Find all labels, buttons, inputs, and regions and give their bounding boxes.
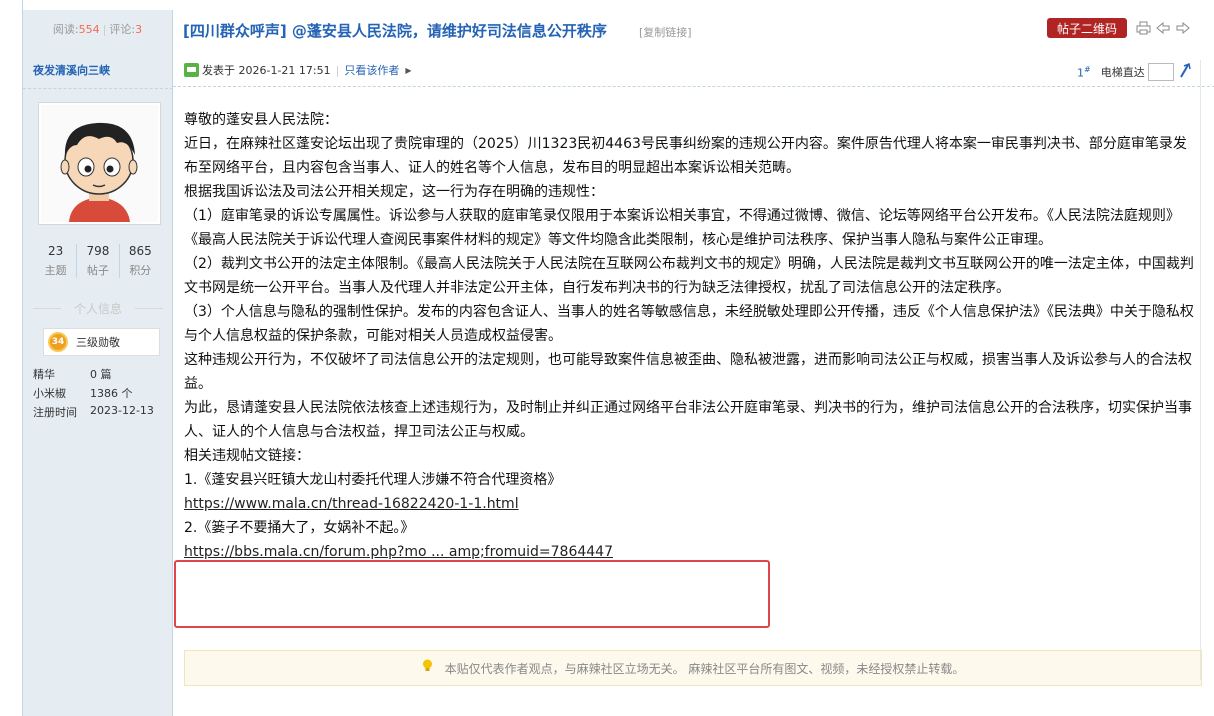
link1-title: 1.《蓬安县兴旺镇大龙山村委托代理人涉嫌不符合代理资格》 — [184, 472, 562, 488]
scroll-edge — [1200, 60, 1201, 680]
paragraph: 近日，在麻辣社区蓬安论坛出现了贵院审理的（2025）川1323民初4463号民事… — [184, 136, 1187, 176]
paragraph: （1）庭审笔录的诉讼专属属性。诉讼参与人获取的庭审笔录仅限用于本案诉讼相关事宜，… — [184, 208, 1180, 248]
online-status-icon — [184, 63, 199, 77]
medal-label: 三级勋敬 — [76, 336, 120, 349]
disclaimer-text: 本贴仅代表作者观点，与麻辣社区立场无关。 麻辣社区平台所有图文、视频，未经授权禁… — [444, 661, 965, 676]
paragraph: 为此，恳请蓬安县人民法院依法核查上述违规行为，及时制止并纠正通过网络平台非法公开… — [184, 400, 1192, 440]
prev-icon[interactable] — [1155, 20, 1171, 36]
reads-label: 阅读: — [52, 23, 79, 36]
floor-number[interactable]: 1# — [1077, 65, 1091, 80]
author-info: 精华 0 篇 小米椒 1386 个 注册时间 2023-12-13 — [33, 366, 154, 423]
posted-at: 发表于 2026-1-21 17:51 — [202, 64, 331, 77]
thread-title[interactable]: [四川群众呼声] @蓬安县人民法院，请维护好司法信息公开秩序 — [183, 20, 607, 41]
medal-badge[interactable]: 34 三级勋敬 — [43, 328, 160, 356]
paragraph: （3）个人信息与隐私的强制性保护。发布的内容包含证人、当事人的姓名等敏感信息，未… — [184, 304, 1194, 344]
floor-nav: 1# 电梯直达 — [1077, 62, 1192, 82]
stat-points[interactable]: 865 积分 — [120, 244, 161, 278]
author-name[interactable]: 夜发清溪向三峡 — [33, 62, 110, 78]
info-row: 小米椒 1386 个 — [33, 387, 133, 400]
avatar-image — [41, 105, 158, 222]
author-sidebar: 夜发清溪向三峡 23 主题 798 帖子 865 积分 个人信息 34 三级勋敬… — [23, 48, 173, 716]
thread-header: 阅读: 554 | 评论: 3 [四川群众呼声] @蓬安县人民法院，请维护好司法… — [23, 10, 1214, 48]
qr-code-button[interactable]: 帖子二维码 — [1047, 18, 1127, 38]
post-meta: 发表于 2026-1-21 17:51 | 只看该作者 ▶ — [184, 62, 412, 78]
paragraph: 相关违规帖文链接： — [184, 448, 310, 464]
title-bar: [四川群众呼声] @蓬安县人民法院，请维护好司法信息公开秩序 [复制链接] 帖子… — [173, 10, 1214, 48]
author-stats: 23 主题 798 帖子 865 积分 — [35, 244, 161, 278]
lightbulb-icon — [422, 659, 433, 677]
paragraph: 这种违规公开行为，不仅破坏了司法信息公开的法定规则，也可能导致案件信息被歪曲、隐… — [184, 352, 1192, 392]
post-content: 尊敬的蓬安县人民法院： 近日，在麻辣社区蓬安论坛出现了贵院审理的（2025）川1… — [174, 108, 1199, 628]
thread-counts: 阅读: 554 | 评论: 3 — [23, 10, 173, 48]
floor-jump-input[interactable] — [1147, 63, 1174, 81]
reads-count: 554 — [78, 22, 100, 36]
info-row: 精华 0 篇 — [33, 368, 112, 381]
link2-url[interactable]: https://bbs.mala.cn/forum.php?mo ... amp… — [184, 544, 613, 560]
disclaimer-notice: 本贴仅代表作者观点，与麻辣社区立场无关。 麻辣社区平台所有图文、视频，未经授权禁… — [184, 650, 1202, 686]
link2-title: 2.《篓子不要捅大了，女娲补不起。》 — [184, 520, 415, 536]
highlight-box — [174, 560, 770, 628]
replies-count: 3 — [135, 22, 143, 36]
print-icon[interactable] — [1135, 20, 1151, 36]
jump-label: 电梯直达 — [1100, 66, 1145, 79]
info-row: 注册时间 2023-12-13 — [33, 404, 154, 419]
stat-topics[interactable]: 23 主题 — [35, 244, 78, 278]
medal-icon: 34 — [48, 332, 68, 352]
stat-posts[interactable]: 798 帖子 — [77, 244, 120, 278]
next-icon[interactable] — [1175, 20, 1191, 36]
copy-link[interactable]: [复制链接] — [639, 24, 692, 40]
thread-frame: 阅读: 554 | 评论: 3 [四川群众呼声] @蓬安县人民法院，请维护好司法… — [22, 0, 1214, 716]
avatar[interactable] — [38, 102, 161, 225]
replies-label: 评论: — [109, 23, 136, 36]
personal-info-heading: 个人信息 — [33, 300, 163, 317]
link1-url[interactable]: https://www.mala.cn/thread-16822420-1-1.… — [184, 496, 519, 512]
paragraph: 根据我国诉讼法及司法公开相关规定，这一行为存在明确的违规性： — [184, 184, 604, 200]
paragraph: 尊敬的蓬安县人民法院： — [184, 112, 338, 128]
only-author-link[interactable]: 只看该作者 — [344, 62, 399, 78]
post-body: 发表于 2026-1-21 17:51 | 只看该作者 ▶ 1# 电梯直达 尊敬… — [173, 48, 1214, 716]
paragraph: （2）裁判文书公开的法定主体限制。《最高人民法院关于人民法院在互联网公布裁判文书… — [184, 256, 1194, 296]
triangle-right-icon: ▶ — [405, 65, 412, 75]
jump-go-icon[interactable] — [1178, 62, 1192, 82]
